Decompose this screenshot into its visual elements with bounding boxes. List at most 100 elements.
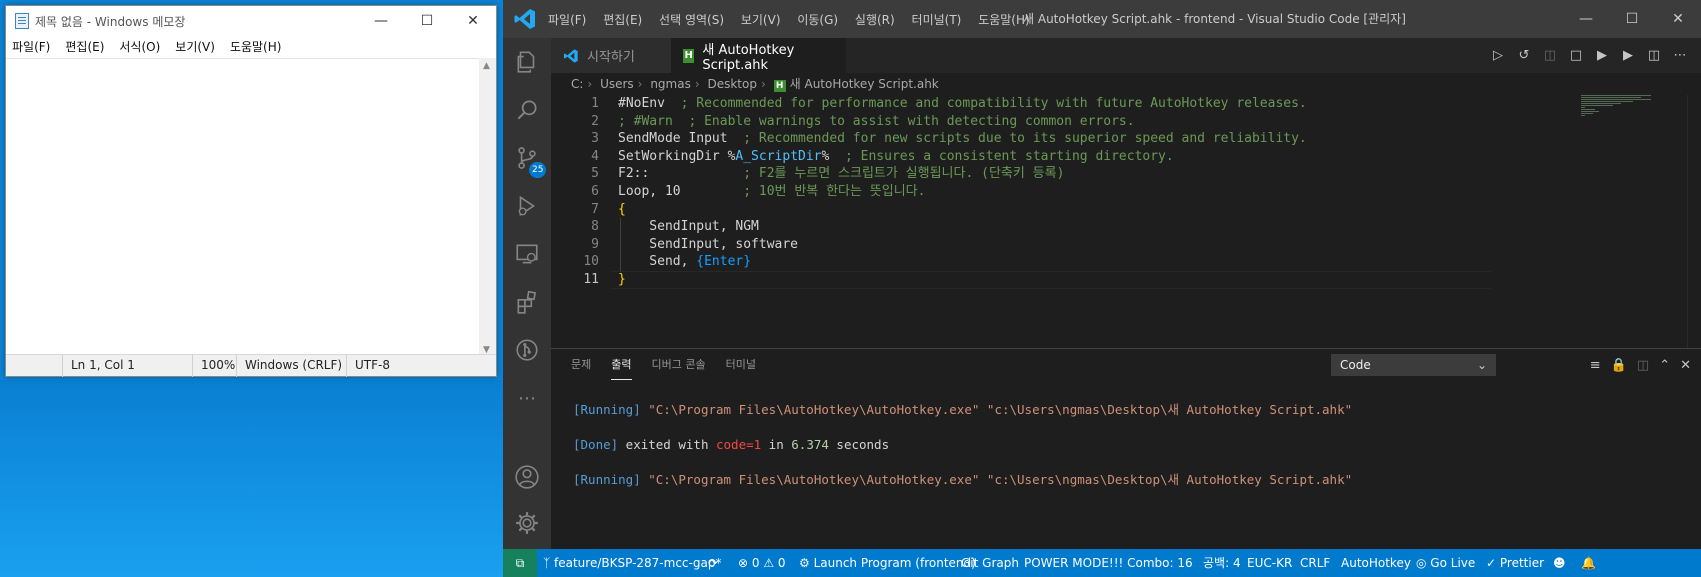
vs-menu-file[interactable]: 파일(F) xyxy=(548,13,586,27)
settings-gear-icon[interactable] xyxy=(503,499,551,547)
code-editor[interactable]: 1 #NoEnv ; Recommended for performance an… xyxy=(551,95,1701,348)
more-icon[interactable]: ⋯ xyxy=(503,374,551,422)
code-line[interactable]: SendMode Input ; Recommended for new scr… xyxy=(618,130,1307,148)
minimap-line xyxy=(1581,115,1585,116)
eol-status[interactable]: CRLF xyxy=(1300,549,1330,577)
menu-view[interactable]: 보기(V) xyxy=(175,38,215,55)
problems-count[interactable]: ⊗ 0 ⚠ 0 xyxy=(738,549,786,577)
stop-icon[interactable]: □ xyxy=(1567,48,1585,63)
tab-ahk-script[interactable]: H 새 AutoHotkey Script.ahk xyxy=(671,38,846,73)
tab-problems[interactable]: 문제 xyxy=(571,349,591,379)
line-number: 6 xyxy=(591,184,599,199)
encoding-status[interactable]: EUC-KR xyxy=(1247,549,1292,577)
sync-icon[interactable]: ⟳ xyxy=(708,549,718,577)
crumb-users[interactable]: Users xyxy=(600,77,634,91)
code-line[interactable]: ; #Warn ; Enable warnings to assist with… xyxy=(618,113,1135,131)
explorer-icon[interactable] xyxy=(503,38,551,86)
close-button[interactable]: ✕ xyxy=(450,6,496,36)
vs-menu-view[interactable]: 보기(V) xyxy=(741,13,781,27)
status-bar: ⧉ ᛉ feature/BKSP-287-mcc-gap* ⟳ ⊗ 0 ⚠ 0 … xyxy=(503,549,1701,577)
code-line[interactable]: { xyxy=(618,201,626,219)
play-icon[interactable]: ▶ xyxy=(1593,48,1611,63)
vs-maximize-button[interactable]: ☐ xyxy=(1609,0,1655,38)
vs-menu-go[interactable]: 이동(G) xyxy=(797,13,838,27)
compile-icon[interactable]: ◫ xyxy=(1541,48,1559,63)
crumb-file[interactable]: 새 AutoHotkey Script.ahk xyxy=(790,77,939,91)
notepad-window[interactable]: 제목 없음 - Windows 메모장 — ☐ ✕ 파일(F) 편집(E) 서식… xyxy=(5,5,497,377)
output-channel-select[interactable]: Code ⌄ xyxy=(1331,354,1496,376)
code-line[interactable]: Loop, 10 ; 10번 반복 한다는 뜻입니다. xyxy=(618,183,925,201)
search-icon[interactable] xyxy=(503,86,551,134)
maximize-button[interactable]: ☐ xyxy=(404,6,450,36)
crumb-desktop[interactable]: Desktop xyxy=(707,77,757,91)
extensions-icon[interactable] xyxy=(503,278,551,326)
code-line[interactable]: } xyxy=(618,271,626,289)
remote-explorer-icon[interactable] xyxy=(503,230,551,278)
account-icon[interactable] xyxy=(503,453,551,501)
git-graph-status[interactable]: Git Graph xyxy=(961,549,1019,577)
split-editor-icon[interactable]: ◫ xyxy=(1645,48,1663,63)
tab-welcome[interactable]: 시작하기 xyxy=(551,38,671,73)
indent-status[interactable]: 공백: 4 xyxy=(1203,549,1241,577)
feedback-icon[interactable]: ☻ xyxy=(1553,549,1566,577)
run-debug-icon[interactable] xyxy=(503,182,551,230)
maximize-panel-icon[interactable]: ⌃ xyxy=(1659,358,1670,373)
vs-minimize-button[interactable]: — xyxy=(1563,0,1609,38)
vscode-window[interactable]: 파일(F) 편집(E) 선택 영역(S) 보기(V) 이동(G) 실행(R) 터… xyxy=(503,0,1701,577)
run-file-icon[interactable]: ▶ xyxy=(1619,48,1637,63)
close-panel-icon[interactable]: ✕ xyxy=(1680,358,1691,373)
crumb-user[interactable]: ngmas xyxy=(650,77,691,91)
notepad-scrollbar[interactable]: ▲ ▼ xyxy=(479,58,496,358)
source-control-icon[interactable]: 25 xyxy=(503,134,551,182)
remote-icon[interactable]: ⧉ xyxy=(503,549,537,577)
notepad-menubar: 파일(F) 편집(E) 서식(O) 보기(V) 도움말(H) xyxy=(6,36,496,56)
code-line[interactable]: SetWorkingDir %A_ScriptDir% ; Ensures a … xyxy=(618,148,1174,166)
code-line[interactable]: SendInput, NGM xyxy=(618,218,759,236)
window-title: 새 AutoHotkey Script.ahk - frontend - Vis… xyxy=(1023,12,1406,26)
open-log-icon[interactable]: ◫ xyxy=(1637,358,1649,373)
minimap[interactable] xyxy=(1581,95,1681,125)
vs-menu-terminal[interactable]: 터미널(T) xyxy=(912,13,962,27)
prettier-status[interactable]: ✓ Prettier xyxy=(1486,549,1544,577)
vs-menu-run[interactable]: 실행(R) xyxy=(855,13,895,27)
menu-format[interactable]: 서식(O) xyxy=(119,38,160,55)
indent-guide xyxy=(620,218,621,271)
vs-menu-edit[interactable]: 편집(E) xyxy=(603,13,642,27)
menu-help[interactable]: 도움말(H) xyxy=(230,38,282,55)
go-live-button[interactable]: ◎ Go Live xyxy=(1416,549,1475,577)
clear-output-icon[interactable]: ≡ xyxy=(1590,358,1601,373)
line-ending: Windows (CRLF) xyxy=(236,355,346,377)
editor-scrollbar[interactable] xyxy=(1687,95,1701,348)
output-channel-value: Code xyxy=(1340,358,1371,372)
vs-close-button[interactable]: ✕ xyxy=(1655,0,1701,38)
code-line[interactable]: F2:: ; F2를 누르면 스크립트가 실행됩니다. (단축키 등록) xyxy=(618,165,1064,183)
code-line[interactable]: SendInput, software xyxy=(618,236,798,254)
vs-menu-selection[interactable]: 선택 영역(S) xyxy=(659,13,724,27)
notepad-text-area[interactable] xyxy=(6,58,496,358)
launch-config[interactable]: ⚙ Launch Program (frontend) xyxy=(799,549,976,577)
code-line[interactable]: #NoEnv ; Recommended for performance and… xyxy=(618,95,1307,113)
chevron-right-icon: › xyxy=(637,77,643,91)
git-branch[interactable]: ᛉ feature/BKSP-287-mcc-gap* xyxy=(543,549,721,577)
vscode-titlebar[interactable]: 파일(F) 편집(E) 선택 영역(S) 보기(V) 이동(G) 실행(R) 터… xyxy=(503,0,1701,38)
history-icon[interactable]: ↺ xyxy=(1515,48,1533,63)
git-graph-icon[interactable] xyxy=(503,326,551,374)
notifications-icon[interactable]: 🔔 xyxy=(1581,549,1596,577)
menu-edit[interactable]: 편집(E) xyxy=(65,38,104,55)
language-mode[interactable]: AutoHotkey xyxy=(1341,549,1411,577)
power-mode-status[interactable]: POWER MODE!!! Combo: 16 xyxy=(1024,549,1193,577)
minimize-button[interactable]: — xyxy=(358,6,404,36)
code-line[interactable]: Send, {Enter} xyxy=(618,253,751,271)
run-icon[interactable]: ▷ xyxy=(1489,48,1507,63)
menu-file[interactable]: 파일(F) xyxy=(12,38,50,55)
tab-debug-console[interactable]: 디버그 콘솔 xyxy=(652,349,706,379)
tab-output[interactable]: 출력 xyxy=(611,349,632,380)
crumb-drive[interactable]: C: xyxy=(571,77,583,91)
tab-terminal[interactable]: 터미널 xyxy=(726,349,756,379)
lock-scroll-icon[interactable]: 🔒 xyxy=(1611,358,1627,373)
more-actions-icon[interactable]: ⋯ xyxy=(1671,48,1689,63)
minimap-line xyxy=(1581,103,1621,104)
vs-menu-help[interactable]: 도움말(H) xyxy=(978,13,1030,27)
notepad-titlebar[interactable]: 제목 없음 - Windows 메모장 — ☐ ✕ xyxy=(6,6,496,36)
scroll-up-icon[interactable]: ▲ xyxy=(483,61,490,71)
